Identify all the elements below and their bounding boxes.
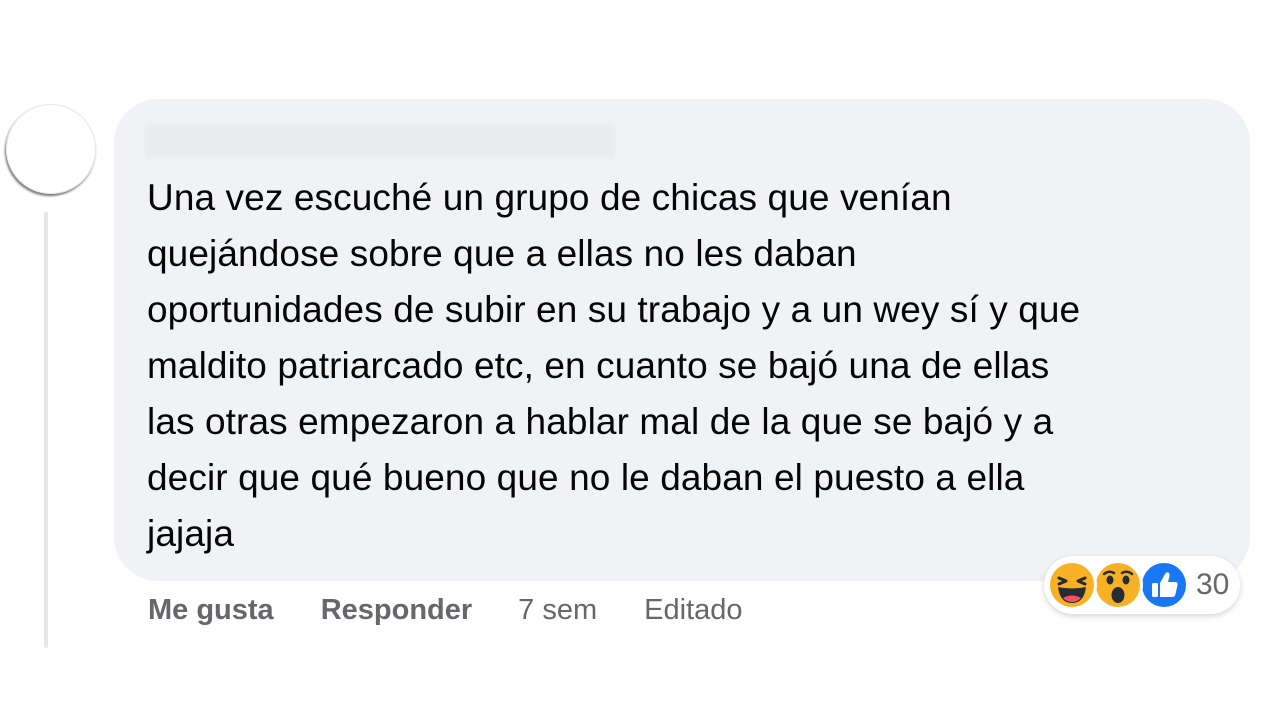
reply-button[interactable]: Responder <box>321 594 472 627</box>
comment-line: Una vez escuché un grupo de chicas que v… <box>147 177 952 218</box>
comment-thread: Una vez escuché un grupo de chicas que v… <box>0 0 1280 720</box>
avatar[interactable] <box>6 104 96 194</box>
reaction-count: 30 <box>1196 568 1230 601</box>
haha-icon <box>1046 559 1098 611</box>
comment-line: decir que qué bueno que no le daban el p… <box>147 457 1025 498</box>
reactions-summary[interactable]: 30 <box>1044 556 1240 614</box>
comment-line: maldito patriarcado etc, en cuanto se ba… <box>147 345 1050 386</box>
timestamp[interactable]: 7 sem <box>518 594 597 627</box>
wow-icon <box>1092 559 1144 611</box>
comment-actions: Me gusta Responder 7 sem Editado <box>148 590 743 630</box>
like-button[interactable]: Me gusta <box>148 594 274 627</box>
comment-line: quejándose sobre que a ellas no les daba… <box>147 233 857 274</box>
comment-text: Una vez escuché un grupo de chicas que v… <box>147 170 1227 562</box>
comment-line: oportunidades de subir en su trabajo y a… <box>147 289 1081 330</box>
author-name[interactable] <box>145 124 615 158</box>
like-icon <box>1138 559 1190 611</box>
comment-line: las otras empezaron a hablar mal de la q… <box>147 401 1054 442</box>
comment-line: jajaja <box>147 513 234 554</box>
thread-line <box>44 212 48 648</box>
edited-label[interactable]: Editado <box>644 594 742 627</box>
